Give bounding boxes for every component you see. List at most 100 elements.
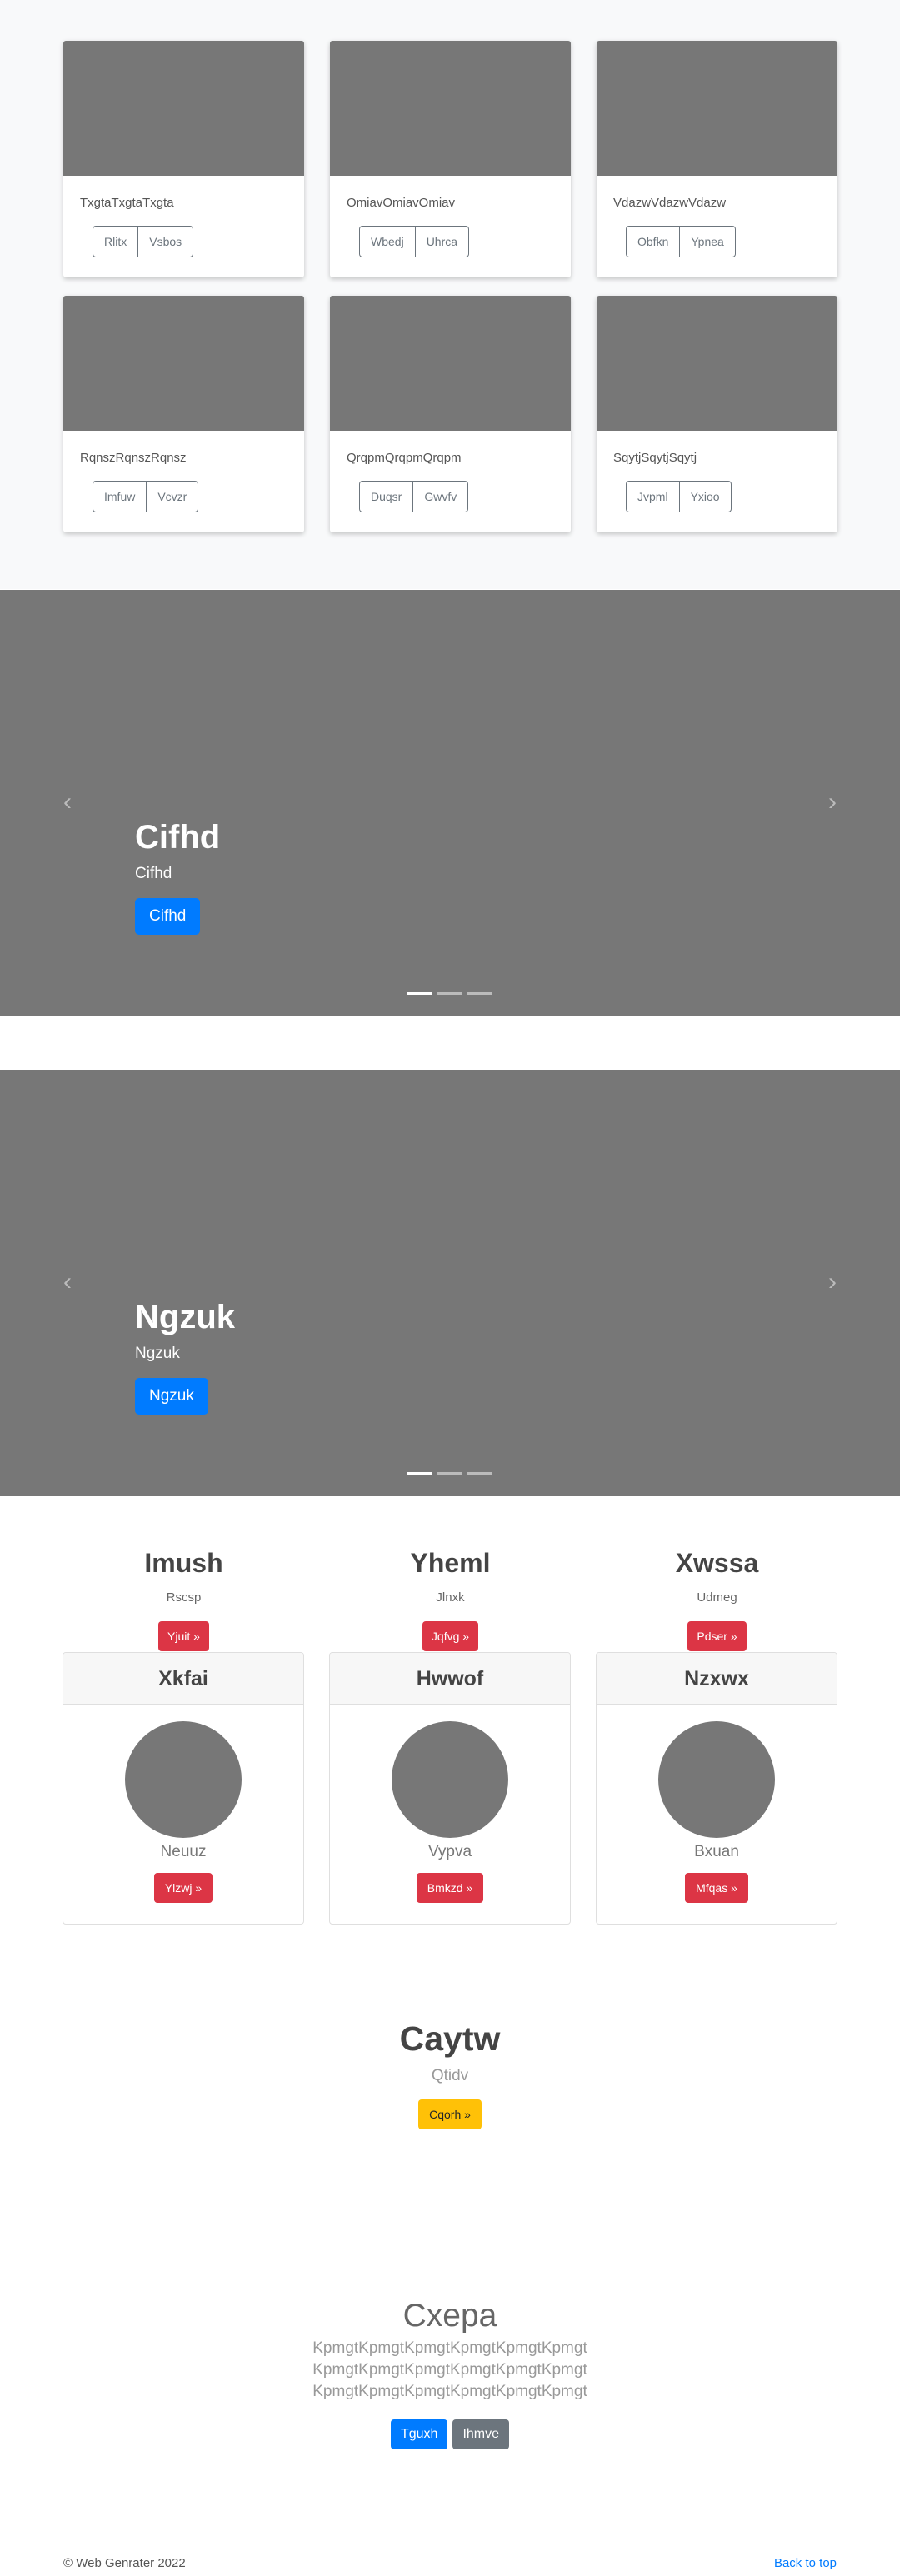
jumbotron-text: KpmgtKpmgtKpmgtKpmgtKpmgtKpmgt (312, 2361, 588, 2379)
chevron-left-icon[interactable]: ‹ (55, 1270, 80, 1295)
card-edit-button[interactable]: Vcvzr (146, 481, 199, 512)
album-card: SqytjSqytjSqytj Jvpml Yxioo (597, 296, 838, 532)
cta-button[interactable]: Cqorh » (418, 2099, 482, 2129)
secondary-button[interactable]: Ihmve (452, 2419, 510, 2449)
back-to-top-link[interactable]: Back to top (774, 2556, 837, 2570)
carousel-indicator[interactable] (437, 1472, 462, 1475)
card-thumbnail (63, 296, 304, 431)
card-thumbnail (63, 41, 304, 176)
carousel-indicator[interactable] (407, 1472, 432, 1475)
card-text: TxgtaTxgtaTxgta (80, 196, 174, 210)
card-button-group: Rlitx Vsbos (92, 226, 194, 257)
profile-name: Bxuan (694, 1843, 739, 1860)
avatar (392, 1721, 508, 1838)
carousel-indicator[interactable] (407, 992, 432, 995)
card-view-button[interactable]: Wbedj (359, 226, 416, 257)
carousel-button[interactable]: Cifhd (135, 898, 201, 935)
carousel-text: Cifhd (135, 865, 172, 882)
card-text: RqnszRqnszRqnsz (80, 451, 187, 465)
profile-card: Xkfai Neuuz Ylzwj » (62, 1652, 304, 1925)
carousel-title: Ngzuk (135, 1299, 235, 1335)
carousel-indicator[interactable] (467, 992, 492, 995)
album-card: OmiavOmiavOmiav Wbedj Uhrca (330, 41, 571, 277)
avatar (125, 1721, 242, 1838)
feature-button[interactable]: Yjuit » (158, 1621, 209, 1651)
card-edit-button[interactable]: Gwvfv (412, 481, 469, 512)
feature-column: Imush Rscsp Yjuit » (63, 1548, 304, 1651)
feature-button[interactable]: Pdser » (688, 1621, 747, 1651)
profile-button[interactable]: Bmkzd » (416, 1873, 484, 1903)
carousel-indicator[interactable] (437, 992, 462, 995)
album-card: VdazwVdazwVdazw Obfkn Ypnea (597, 41, 838, 277)
card-edit-button[interactable]: Yxioo (678, 481, 732, 512)
cta-subtitle: Qtidv (431, 2067, 469, 2084)
chevron-right-icon[interactable]: › (820, 790, 845, 815)
feature-subtitle: Udmeg (697, 1590, 738, 1605)
feature-title: Imush (144, 1548, 223, 1578)
carousel-caption: Cifhd Cifhd Cifhd (135, 819, 220, 935)
profile-card-header: Xkfai (63, 1653, 303, 1705)
card-button-group: Jvpml Yxioo (626, 481, 732, 512)
feature-title: Yheml (410, 1548, 491, 1578)
carousel-button[interactable]: Ngzuk (135, 1378, 208, 1415)
card-edit-button[interactable]: Uhrca (414, 226, 470, 257)
feature-column: Xwssa Udmeg Pdser » (597, 1548, 838, 1651)
carousel-caption: Ngzuk Ngzuk Ngzuk (135, 1299, 235, 1415)
jumbotron-buttons: Tguxh Ihmve (0, 2419, 900, 2449)
card-text: VdazwVdazwVdazw (613, 196, 727, 210)
album-card: RqnszRqnszRqnsz Imfuw Vcvzr (63, 296, 304, 532)
album-card: QrqpmQrqpmQrqpm Duqsr Gwvfv (330, 296, 571, 532)
feature-column: Yheml Jlnxk Jqfvg » (330, 1548, 571, 1651)
jumbotron-title: Cxepa (402, 2298, 498, 2334)
profile-card-header: Nzxwx (597, 1653, 837, 1705)
footer: © Web Genrater 2022 Back to top (63, 2556, 837, 2570)
carousel-text: Ngzuk (135, 1345, 180, 1362)
card-view-button[interactable]: Imfuw (92, 481, 148, 512)
jumbotron: Cxepa KpmgtKpmgtKpmgtKpmgtKpmgtKpmgt Kpm… (0, 2298, 900, 2449)
card-view-button[interactable]: Obfkn (626, 226, 681, 257)
card-thumbnail (597, 296, 838, 431)
profile-card: Hwwof Vypva Bmkzd » (329, 1652, 571, 1925)
album-card: TxgtaTxgtaTxgta Rlitx Vsbos (63, 41, 304, 277)
card-text: SqytjSqytjSqytj (613, 451, 698, 465)
cta-section: Caytw Qtidv Cqorh » (0, 2019, 900, 2129)
carousel-indicator[interactable] (467, 1472, 492, 1475)
card-button-group: Obfkn Ypnea (626, 226, 736, 257)
card-text: QrqpmQrqpmQrqpm (347, 451, 462, 465)
card-edit-button[interactable]: Vsbos (138, 226, 194, 257)
primary-button[interactable]: Tguxh (390, 2419, 448, 2449)
avatar (658, 1721, 775, 1838)
feature-subtitle: Rscsp (166, 1590, 202, 1605)
carousel-indicators (407, 1472, 492, 1475)
carousel-title: Cifhd (135, 819, 221, 856)
chevron-right-icon[interactable]: › (820, 1270, 845, 1295)
card-thumbnail (597, 41, 838, 176)
card-edit-button[interactable]: Ypnea (679, 226, 736, 257)
card-view-button[interactable]: Duqsr (359, 481, 414, 512)
card-thumbnail (330, 296, 571, 431)
carousel-2: ‹ › Ngzuk Ngzuk Ngzuk (0, 1070, 900, 1496)
carousel-1: ‹ › Cifhd Cifhd Cifhd (0, 590, 900, 1016)
card-button-group: Wbedj Uhrca (359, 226, 470, 257)
card-thumbnail (330, 41, 571, 176)
carousel-indicators (407, 992, 492, 995)
jumbotron-text: KpmgtKpmgtKpmgtKpmgtKpmgtKpmgt (312, 2339, 588, 2357)
profile-button[interactable]: Mfqas » (685, 1873, 748, 1903)
chevron-left-icon[interactable]: ‹ (55, 790, 80, 815)
feature-subtitle: Jlnxk (436, 1590, 465, 1605)
copyright-text: © Web Genrater 2022 (63, 2556, 186, 2570)
card-button-group: Imfuw Vcvzr (92, 481, 199, 512)
profile-name: Neuuz (160, 1843, 207, 1860)
card-view-button[interactable]: Rlitx (92, 226, 139, 257)
card-view-button[interactable]: Jvpml (626, 481, 680, 512)
card-button-group: Duqsr Gwvfv (359, 481, 469, 512)
profile-name: Vypva (428, 1843, 472, 1860)
card-text: OmiavOmiavOmiav (347, 196, 456, 210)
feature-title: Xwssa (675, 1548, 759, 1578)
profile-card: Nzxwx Bxuan Mfqas » (596, 1652, 838, 1925)
jumbotron-text: KpmgtKpmgtKpmgtKpmgtKpmgtKpmgt (312, 2383, 588, 2400)
feature-button[interactable]: Jqfvg » (422, 1621, 479, 1651)
profile-button[interactable]: Ylzwj » (153, 1873, 213, 1903)
profile-card-header: Hwwof (330, 1653, 570, 1705)
cta-title: Caytw (399, 2019, 501, 2058)
